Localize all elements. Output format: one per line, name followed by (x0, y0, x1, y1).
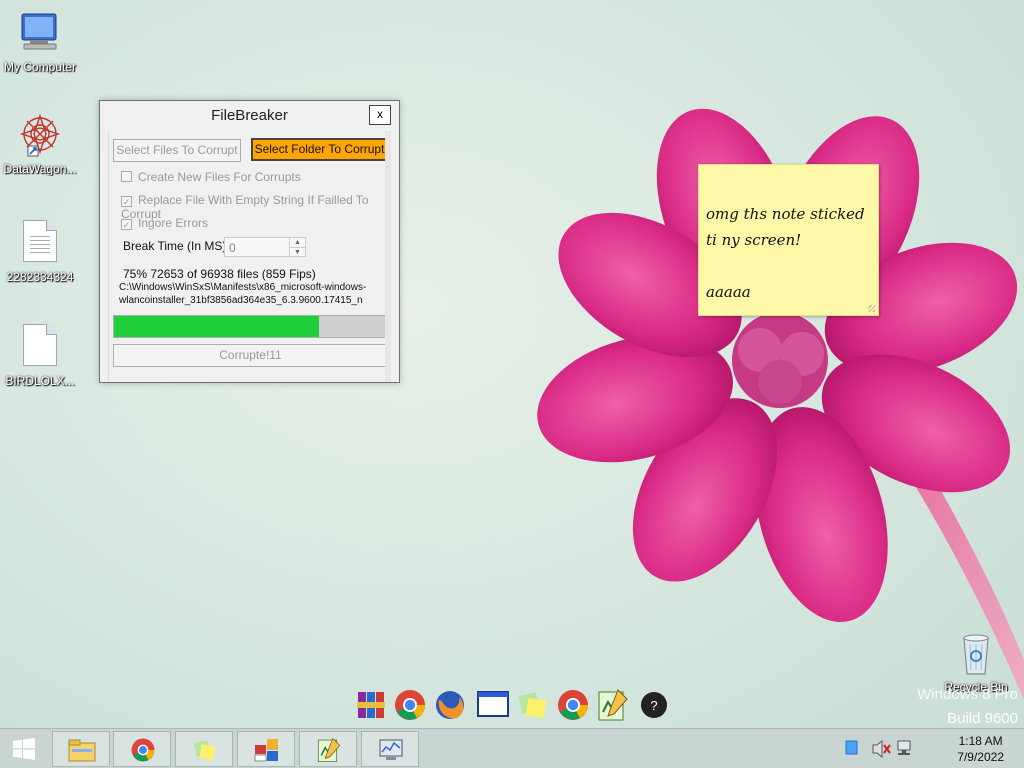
desktop-icon-my-computer[interactable]: My Computer (0, 10, 80, 74)
desktop-icon-label: My Computer (3, 60, 77, 74)
help-icon[interactable]: ? (637, 688, 671, 722)
blank-file-icon (16, 324, 64, 372)
progress-fill (114, 316, 319, 337)
start-button[interactable] (0, 729, 48, 768)
checkbox-label: Ingore Errors (138, 216, 209, 230)
taskbar-control-panel[interactable] (237, 731, 295, 767)
break-time-value: 0 (229, 241, 236, 255)
taskbar-clock[interactable]: 1:18 AM 7/9/2022 (957, 733, 1004, 765)
corrupt-progress-bar (113, 315, 388, 338)
control-panel-icon (254, 739, 278, 762)
clock-date: 7/9/2022 (957, 750, 1004, 764)
current-file-path-line1: C:\Windows\WinSxS\Manifests\x86_microsof… (119, 282, 367, 293)
notepad-plus-icon[interactable] (596, 688, 630, 722)
break-time-stepper[interactable]: 0 ▲ ▼ (224, 237, 306, 257)
close-button[interactable]: x (369, 105, 391, 125)
resource-monitor-icon (379, 739, 403, 760)
taskbar-resource-monitor[interactable] (361, 731, 419, 767)
chrome-icon[interactable] (393, 688, 427, 722)
notepad-plus-icon (317, 737, 341, 762)
desktop-icon-label: DataWagon... (3, 162, 77, 176)
svg-text:?: ? (650, 698, 657, 713)
sticky-notes-icon (193, 740, 216, 761)
flag-icon[interactable] (845, 740, 858, 755)
select-files-button[interactable]: Select Files To Corrupt (113, 139, 241, 162)
stepper-up-icon[interactable]: ▲ (289, 238, 305, 247)
stepper-down-icon[interactable]: ▼ (289, 247, 305, 256)
sticky-note[interactable]: omg ths note sticked ti ny screen! aaaaa (698, 164, 879, 316)
progress-status-text: 75% 72653 of 96938 files (859 Fips) (123, 267, 316, 281)
recycle-bin-icon (952, 630, 1000, 678)
sticky-note-line (706, 253, 872, 279)
checkbox-box-checked: ✓ (121, 219, 132, 230)
taskbar-chrome[interactable] (113, 731, 171, 767)
desktop-icon-birdlolx[interactable]: BIRDLOLX... (0, 322, 80, 388)
taskbar: 1:18 AM 7/9/2022 (0, 728, 1024, 768)
sticky-note-line: aaaaa (706, 283, 751, 301)
checkbox-box-checked: ✓ (121, 196, 132, 207)
network-icon[interactable] (897, 740, 911, 755)
windows-logo-icon (13, 738, 35, 760)
corrupt-button[interactable]: Corrupte!11 (113, 344, 388, 367)
chrome-icon (131, 738, 155, 762)
break-time-label: Break Time (In MS) (123, 239, 227, 253)
text-document-icon (16, 220, 64, 268)
resize-grip-icon[interactable] (868, 305, 875, 312)
checkbox-box (121, 171, 132, 182)
desktop-icon-label: 2282334324 (6, 270, 74, 284)
create-new-files-checkbox[interactable]: Create New Files For Corrupts (121, 170, 301, 184)
sticky-notes-icon[interactable] (516, 688, 550, 722)
windows-build-watermark: Build 9600 (947, 710, 1018, 727)
desktop-icon-text-file[interactable]: 2282334324 (0, 218, 80, 284)
desktop-icon-datawagon[interactable]: DataWagon... (0, 112, 80, 176)
window-title: FileBreaker (211, 107, 288, 124)
volume-muted-icon[interactable] (872, 739, 891, 759)
ignore-errors-checkbox[interactable]: ✓ Ingore Errors (121, 216, 208, 230)
filebreaker-titlebar[interactable]: FileBreaker x (100, 101, 399, 129)
file-explorer-icon (68, 739, 96, 762)
desktop-icon-label: BIRDLOLX... (5, 374, 75, 388)
desktop-icon-recycle-bin[interactable]: Recycle Bin (936, 630, 1016, 694)
filebreaker-window: FileBreaker x Select Files To Corrupt Se… (99, 100, 400, 383)
sticky-note-line: omg ths note sticked (706, 205, 865, 223)
mandala-shortcut-icon (16, 112, 64, 160)
filebreaker-body: Select Files To Corrupt Select Folder To… (108, 131, 393, 382)
taskbar-notepad-plus[interactable] (299, 731, 357, 767)
vertical-scrollbar[interactable] (385, 131, 391, 382)
clock-time: 1:18 AM (958, 734, 1003, 748)
windows-edition-watermark: Windows 8 Pro (917, 686, 1018, 703)
taskbar-file-explorer[interactable] (52, 731, 110, 767)
window-icon[interactable] (476, 688, 510, 722)
computer-icon (16, 10, 64, 58)
winrar-icon[interactable] (354, 688, 388, 722)
sticky-note-line: ti ny screen! (706, 231, 802, 249)
current-file-path-line2: wlancoinstaller_31bf3856ad364e35_6.3.960… (119, 295, 363, 306)
chrome-icon[interactable] (556, 688, 590, 722)
select-folder-button[interactable]: Select Folder To Corrupt (251, 138, 388, 161)
checkbox-label: Create New Files For Corrupts (138, 170, 301, 184)
system-tray (840, 729, 920, 768)
taskbar-sticky-notes[interactable] (175, 731, 233, 767)
firefox-icon[interactable] (433, 688, 467, 722)
